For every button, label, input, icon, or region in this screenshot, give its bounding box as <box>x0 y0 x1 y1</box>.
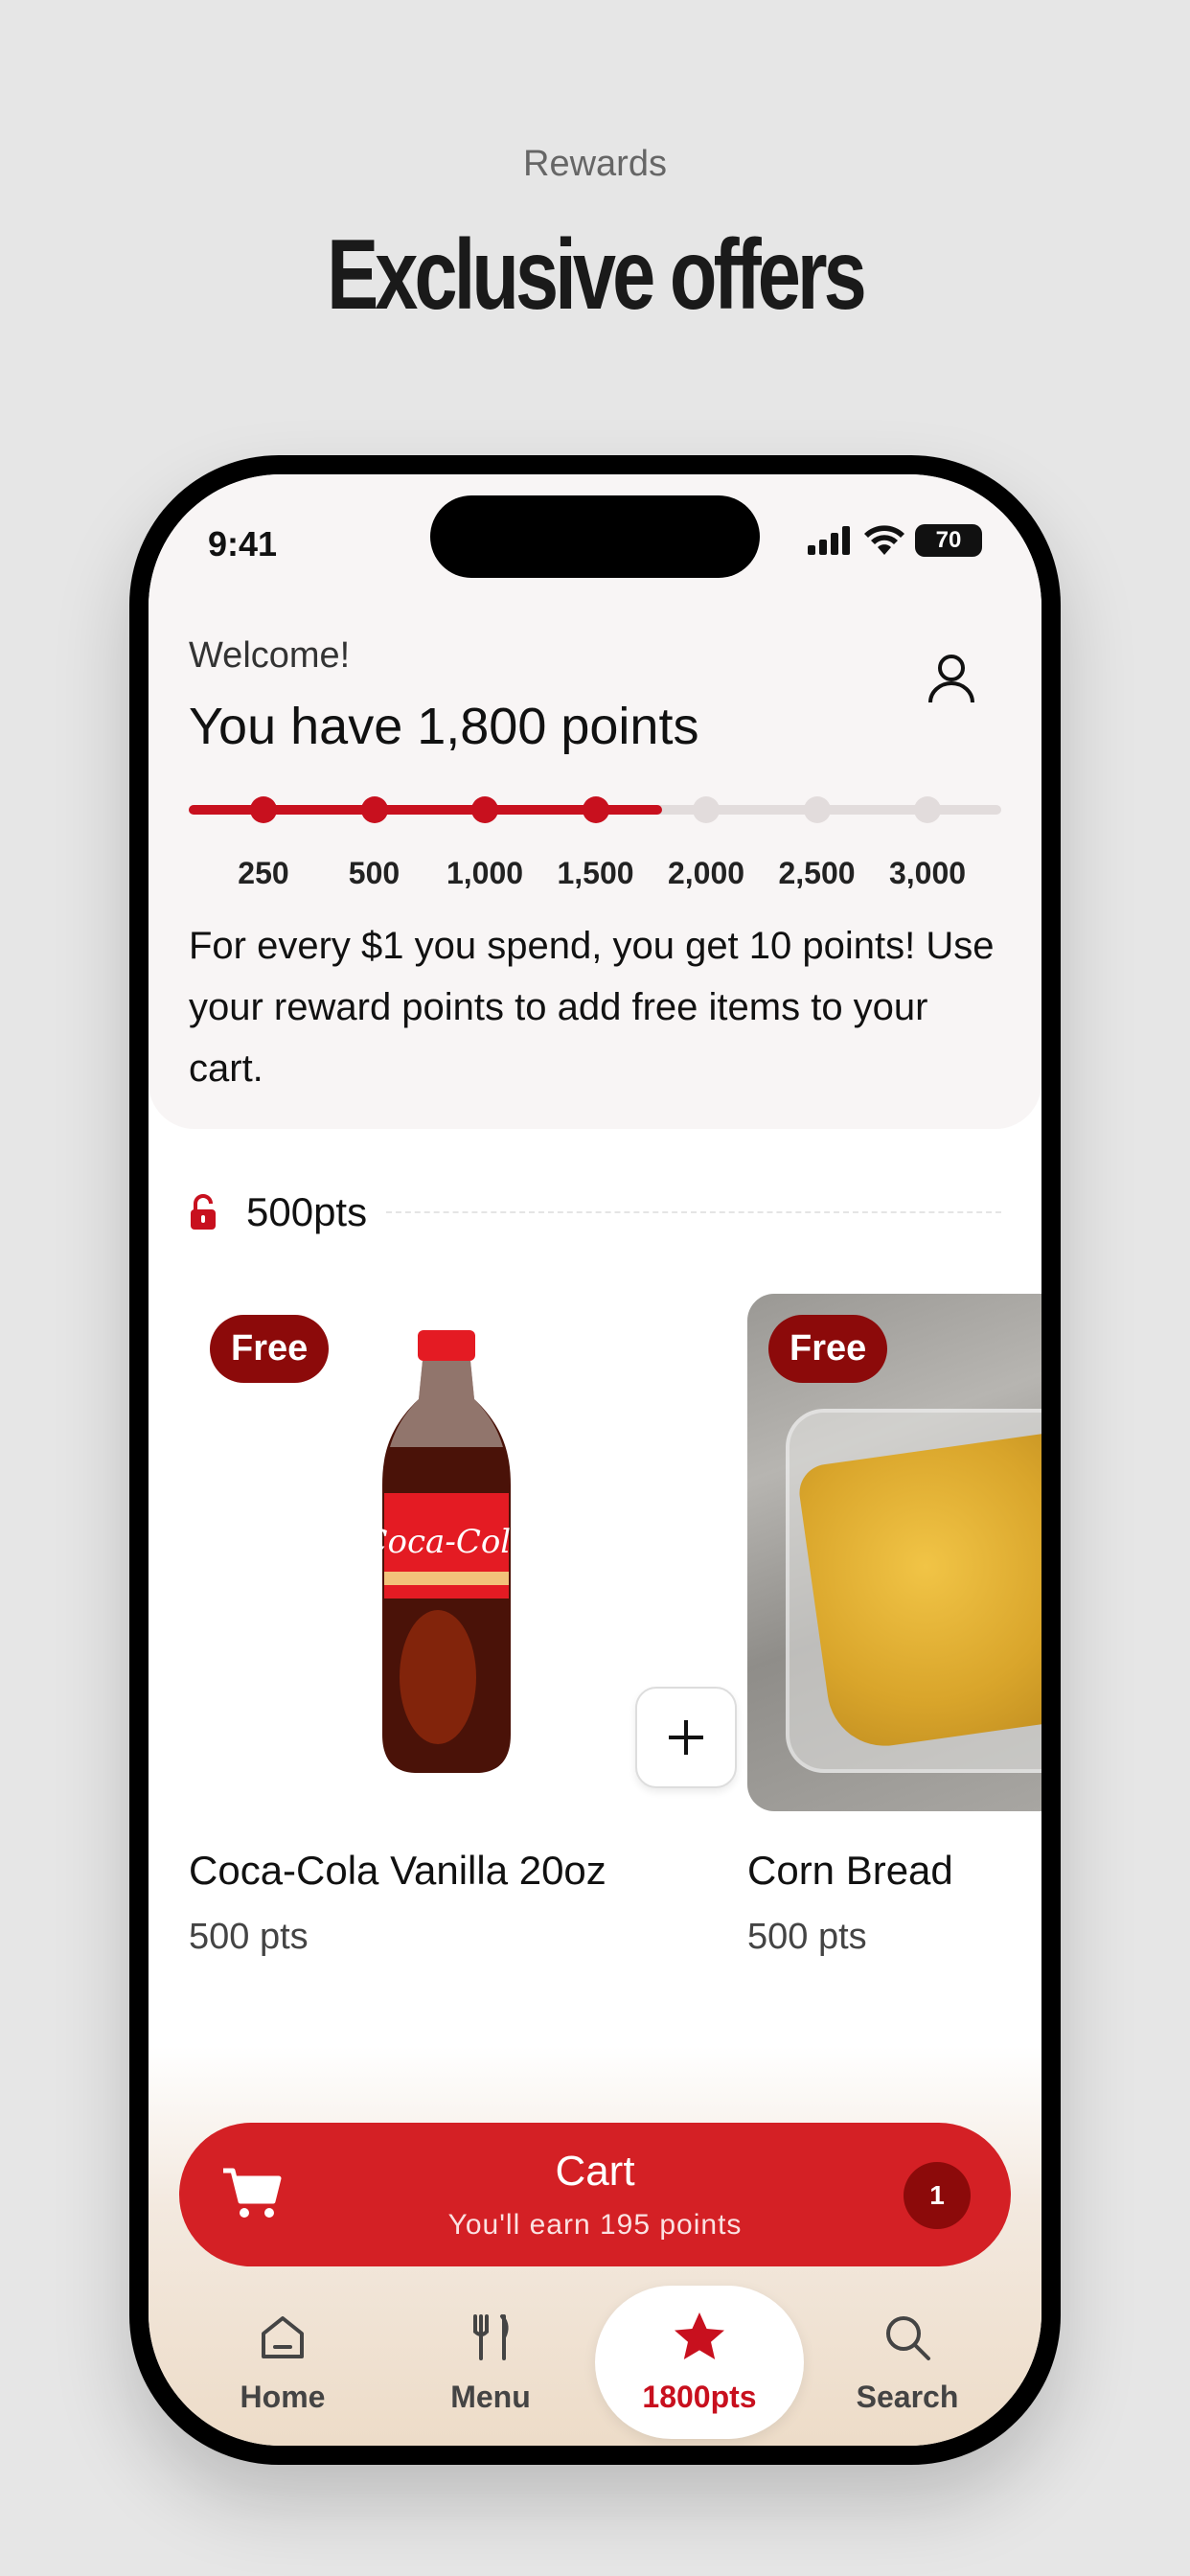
tab-rewards[interactable]: 1800pts <box>595 2286 804 2439</box>
milestone-dot <box>803 796 831 823</box>
tab-bar: Home Menu 1800pts Search <box>149 2286 1041 2446</box>
welcome-text: Welcome! <box>189 635 351 676</box>
tier-divider <box>386 1211 1001 1213</box>
free-badge: Free <box>210 1315 330 1383</box>
promo-title: Exclusive offers <box>327 219 867 331</box>
plus-icon <box>669 1720 703 1755</box>
app-screen: 9:41 70 Welcome! You have 1,800 points 2… <box>149 474 1041 2446</box>
cart-button[interactable]: Cart You'll earn 195 points 1 <box>179 2123 1011 2266</box>
dynamic-island <box>430 495 760 578</box>
points-heading: You have 1,800 points <box>189 698 699 755</box>
battery-indicator: 70 <box>915 524 982 557</box>
milestone-dot <box>582 796 609 823</box>
home-icon <box>262 2316 304 2358</box>
status-icons: 70 <box>806 524 982 557</box>
product-name: Corn Bread <box>747 1848 953 1893</box>
unlock-icon <box>191 1194 216 1230</box>
product-image-corn-bread: Free <box>747 1294 1041 1811</box>
tab-label: Home <box>240 2380 326 2414</box>
milestone-dot <box>360 796 388 823</box>
utensils-icon <box>473 2314 509 2360</box>
points-card: 9:41 70 Welcome! You have 1,800 points 2… <box>149 474 1041 1129</box>
cornbread-shape <box>795 1428 1041 1754</box>
status-time: 9:41 <box>208 524 278 564</box>
profile-icon[interactable] <box>923 649 980 706</box>
tab-label: Menu <box>450 2380 531 2414</box>
free-badge: Free <box>768 1315 888 1383</box>
milestone-dot <box>471 796 498 823</box>
product-name: Coca-Cola Vanilla 20oz <box>189 1848 606 1893</box>
product-image-coca-cola: Free Coca-Cola <box>189 1294 704 1811</box>
earn-description: For every $1 you spend, you get 10 point… <box>189 925 995 1090</box>
milestone-dot <box>914 796 941 823</box>
product-points: 500 pts <box>189 1917 309 1957</box>
milestone-label: 3,000 <box>888 856 967 890</box>
tier-header: 500pts <box>189 1184 1001 1241</box>
milestone-dot <box>693 796 720 823</box>
svg-text:Coca-Cola: Coca-Cola <box>363 1523 531 1561</box>
tab-search[interactable]: Search <box>812 2286 1003 2439</box>
star-icon <box>675 2312 724 2359</box>
tab-label: 1800pts <box>642 2380 757 2414</box>
tab-label: Search <box>856 2380 959 2414</box>
wifi-icon <box>864 525 904 555</box>
tier-label: 500pts <box>246 1189 368 1234</box>
cart-title: Cart <box>555 2148 635 2195</box>
add-to-cart-button[interactable] <box>635 1687 737 1788</box>
tab-home[interactable]: Home <box>187 2286 378 2439</box>
milestone-dot <box>250 796 277 823</box>
product-points: 500 pts <box>747 1917 867 1957</box>
search-icon <box>886 2316 930 2360</box>
tab-menu[interactable]: Menu <box>395 2286 586 2439</box>
cart-count-badge: 1 <box>904 2162 971 2229</box>
cart-subtitle: You'll earn 195 points <box>447 2209 743 2241</box>
phone-frame: 9:41 70 Welcome! You have 1,800 points 2… <box>129 455 1061 2465</box>
signal-icon <box>808 526 850 555</box>
points-progress-track <box>189 796 1001 823</box>
promo-eyebrow: Rewards <box>523 144 667 184</box>
